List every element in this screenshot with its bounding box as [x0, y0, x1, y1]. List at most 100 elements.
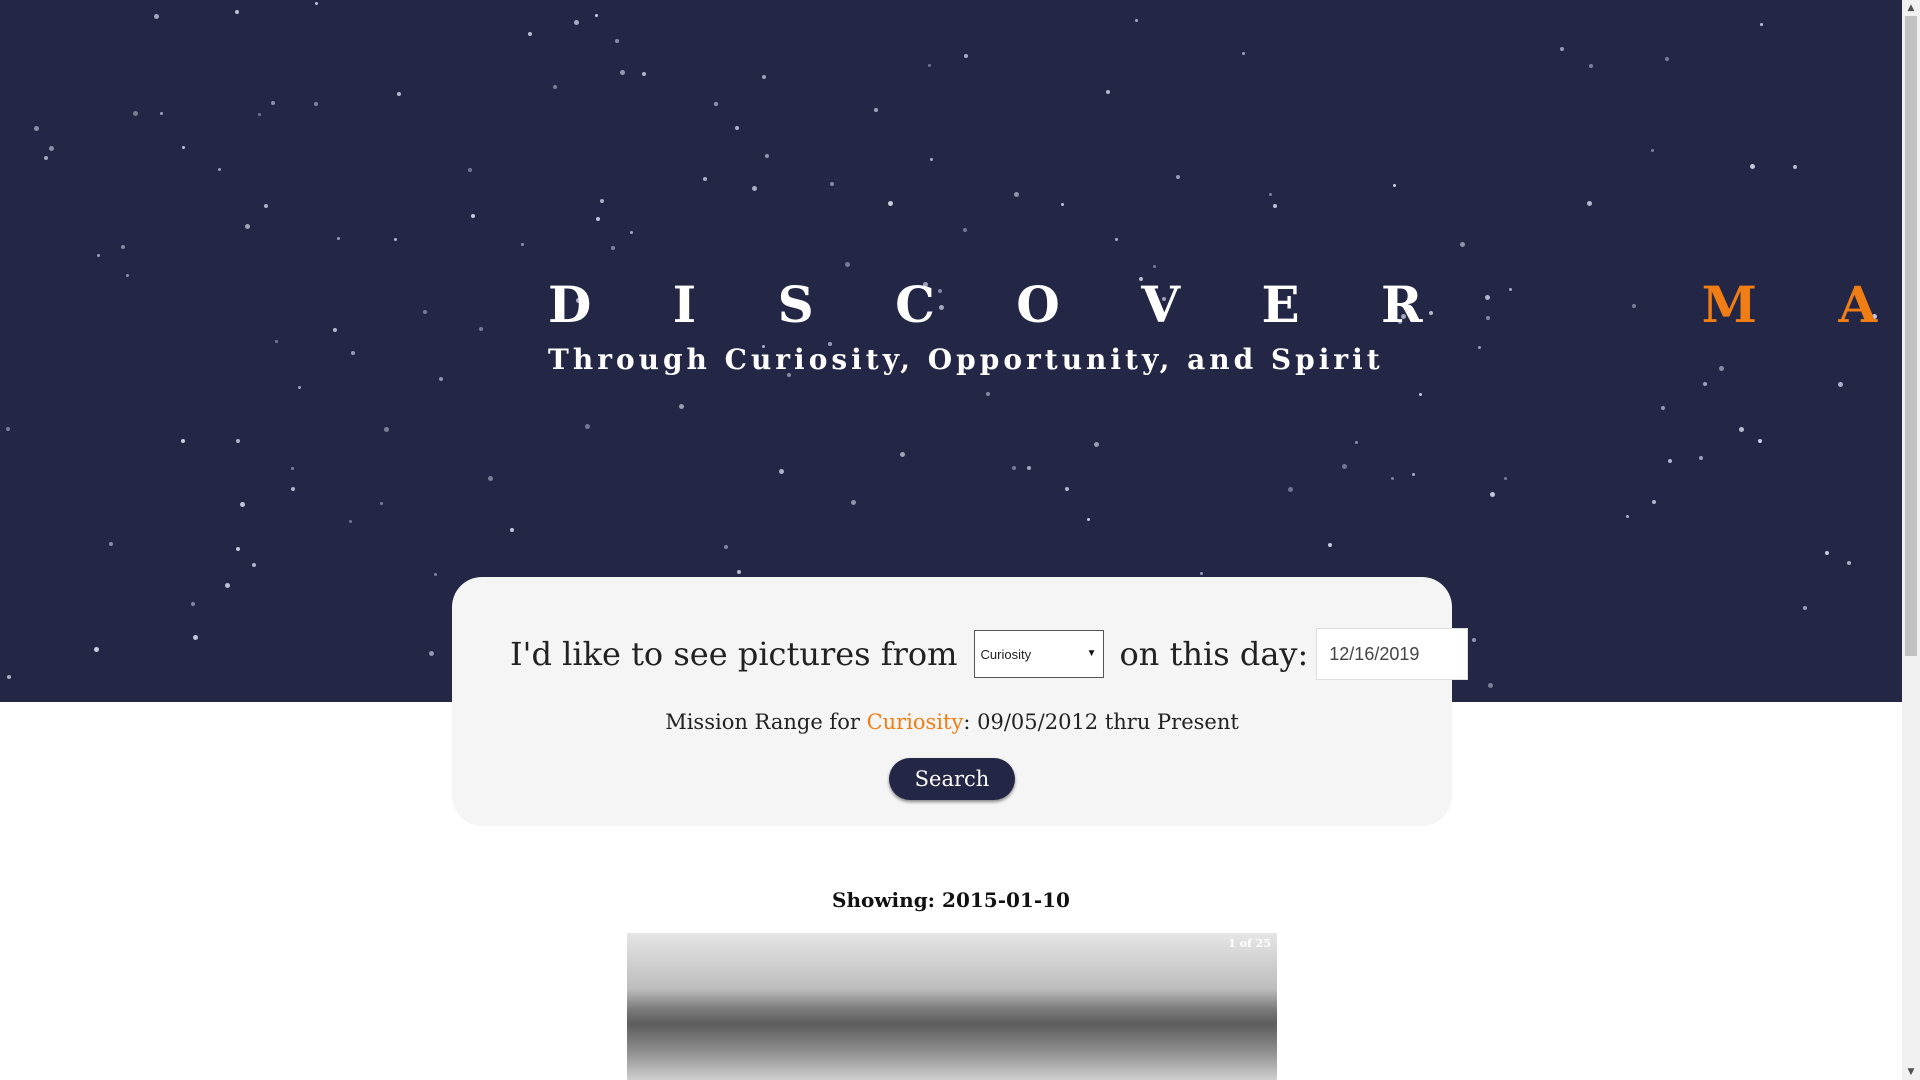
star-dot	[1355, 441, 1358, 444]
star-dot	[181, 439, 185, 443]
star-dot	[315, 2, 318, 5]
star-dot	[642, 72, 646, 76]
star-dot	[735, 126, 739, 130]
star-dot	[1065, 487, 1069, 491]
star-dot	[97, 254, 100, 257]
star-dot	[1838, 382, 1843, 387]
star-dot	[553, 85, 557, 89]
rover-select[interactable]: Curiosity ▼	[973, 630, 1104, 678]
star-dot	[1665, 57, 1669, 61]
star-dot	[333, 328, 337, 332]
scroll-thumb[interactable]	[1905, 16, 1917, 656]
star-dot	[752, 186, 757, 191]
prompt-suffix: on this day:	[1119, 635, 1309, 673]
star-dot	[298, 386, 301, 389]
star-dot	[182, 146, 185, 149]
star-dot	[1750, 164, 1755, 169]
star-dot	[1061, 203, 1064, 206]
star-dot	[724, 545, 728, 549]
star-dot	[1652, 500, 1656, 504]
star-dot	[714, 102, 718, 106]
star-dot	[596, 217, 600, 221]
star-dot	[574, 20, 579, 25]
star-dot	[1472, 638, 1476, 642]
vertical-scrollbar[interactable]: ▲ ▼	[1902, 0, 1920, 1080]
search-form-row: I'd like to see pictures from Curiosity …	[510, 628, 1469, 680]
star-dot	[479, 327, 483, 331]
star-dot	[235, 10, 239, 14]
star-dot	[510, 528, 514, 532]
star-dot	[1135, 19, 1138, 22]
star-dot	[240, 502, 245, 507]
star-dot	[1504, 477, 1507, 480]
star-dot	[225, 583, 230, 588]
star-dot	[1027, 466, 1031, 470]
star-dot	[434, 573, 437, 576]
star-dot	[349, 520, 352, 523]
star-dot	[1012, 466, 1016, 470]
star-dot	[1153, 265, 1156, 268]
star-dot	[275, 340, 278, 343]
star-dot	[384, 427, 389, 432]
star-dot	[779, 469, 784, 474]
title-accent: M A R S	[1701, 275, 1902, 334]
star-dot	[1739, 427, 1744, 432]
star-dot	[423, 310, 427, 314]
star-dot	[851, 500, 856, 505]
star-dot	[126, 274, 129, 277]
star-dot	[154, 14, 159, 19]
mission-range-prefix: Mission Range for	[665, 710, 860, 734]
star-dot	[762, 75, 766, 79]
search-button[interactable]: Search	[889, 758, 1015, 800]
star-dot	[1803, 606, 1807, 610]
star-dot	[394, 238, 397, 241]
page-title: D I S C O V E R M A R S	[548, 272, 1902, 338]
star-dot	[1460, 242, 1465, 247]
star-dot	[109, 542, 113, 546]
mission-range-suffix: : 09/05/2012 thru Present	[963, 710, 1239, 734]
star-dot	[44, 156, 48, 160]
star-dot	[245, 224, 250, 229]
star-dot	[236, 439, 240, 443]
star-dot	[6, 427, 10, 431]
star-dot	[930, 158, 933, 161]
star-dot	[986, 392, 990, 396]
star-dot	[1703, 382, 1707, 386]
star-dot	[1087, 518, 1090, 521]
scroll-down-icon[interactable]: ▼	[1902, 1064, 1920, 1080]
star-dot	[1393, 184, 1396, 187]
star-dot	[1176, 175, 1180, 179]
prompt-prefix: I'd like to see pictures from	[510, 635, 958, 673]
star-dot	[337, 237, 340, 240]
star-dot	[1488, 683, 1493, 688]
star-dot	[888, 201, 893, 206]
star-dot	[765, 154, 769, 158]
star-dot	[1106, 90, 1110, 94]
star-dot	[121, 245, 125, 249]
star-dot	[34, 126, 39, 131]
star-dot	[845, 262, 850, 267]
star-dot	[585, 424, 590, 429]
rover-photo[interactable]: 1 of 25	[627, 933, 1277, 1080]
star-dot	[291, 467, 294, 470]
star-dot	[1668, 459, 1672, 463]
star-dot	[1560, 47, 1564, 51]
star-dot	[1419, 393, 1422, 396]
date-input[interactable]: 12/16/2019	[1316, 628, 1469, 680]
star-dot	[133, 111, 138, 116]
star-dot	[1825, 551, 1829, 555]
showing-date-label: Showing: 2015-01-10	[832, 888, 1070, 912]
star-dot	[380, 502, 383, 505]
title-main: D I S C O V E R	[548, 275, 1455, 334]
star-dot	[264, 204, 268, 208]
star-dot	[271, 101, 275, 105]
star-dot	[1328, 543, 1332, 547]
star-dot	[1661, 406, 1665, 410]
star-dot	[964, 54, 968, 58]
star-dot	[1699, 456, 1703, 460]
star-dot	[1242, 52, 1245, 55]
mission-range-rover: Curiosity	[866, 710, 964, 734]
mission-range: Mission Range for Curiosity: 09/05/2012 …	[452, 710, 1452, 734]
scroll-up-icon[interactable]: ▲	[1902, 0, 1920, 16]
star-dot	[830, 182, 834, 186]
